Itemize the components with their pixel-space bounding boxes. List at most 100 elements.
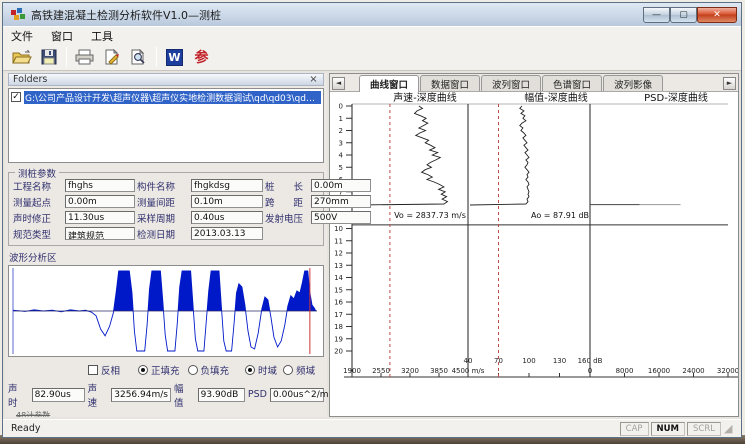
invert-option[interactable]: 反相 [88,363,120,377]
chart-title: 幅值-深度曲线 [524,92,588,104]
open-folder-icon [12,49,32,65]
negative-fill-radio[interactable] [188,365,198,375]
psd-label: PSD [248,389,267,400]
tab-scroll-right-icon[interactable]: ► [723,77,736,90]
readouts-row: 声 时 82.90us 声 速 3256.94m/s 幅 值 93.90dB P… [8,381,324,409]
parameters-button[interactable]: 参 [188,45,215,69]
param-label: 工程名称 [13,179,63,193]
folder-path: G:\公司产品设计开发\超声仪器\超声仪实地检测数据调试\qd\qd03\qd0… [24,91,321,104]
svg-text:2: 2 [339,127,343,135]
close-button[interactable]: ✕ [697,7,737,23]
menu-tools[interactable]: 工具 [91,28,113,44]
freq-domain-radio[interactable] [283,365,293,375]
svg-text:18: 18 [334,323,343,331]
tab-curve-window[interactable]: 曲线窗口 [359,75,419,92]
folders-close-button[interactable]: × [308,75,319,84]
amplitude-field[interactable]: 93.90dB [198,388,245,402]
window-title: 高铁建混凝土检测分析软件V1.0—测桩 [31,7,643,23]
folder-list-item[interactable]: ✓ G:\公司产品设计开发\超声仪器\超声仪实地检测数据调试\qd\qd03\q… [11,91,321,104]
tab-wavetrain-window[interactable]: 波列窗口 [481,75,541,91]
time-domain-option[interactable]: 时域 [245,363,277,377]
svg-text:5: 5 [339,164,343,172]
svg-text:3: 3 [339,139,343,147]
param-label: 发射电压 [265,211,309,225]
svg-text:1900: 1900 [343,367,361,375]
voltage-field[interactable]: 500V [311,211,371,224]
tab-spectrum-window[interactable]: 色谱窗口 [542,75,602,91]
pile-length-field[interactable]: 0.00m [311,179,371,192]
span-field[interactable]: 270mm [311,195,371,208]
sound-time-label: 声 时 [8,381,29,409]
negative-fill-option[interactable]: 负填充 [188,363,230,377]
param-label: 规范类型 [13,227,63,241]
caps-lock-indicator: CAP [620,422,649,436]
svg-text:8000: 8000 [616,367,634,375]
word-export-button[interactable]: W [161,45,188,69]
psd-field[interactable]: 0.00us^2/m [270,388,324,402]
pile-params-title: 测桩参数 [15,166,59,180]
print-preview-button[interactable] [125,45,152,69]
svg-text:19: 19 [334,335,343,343]
component-name-field[interactable]: fhgkdsg [191,179,263,192]
minimize-button[interactable]: — [643,7,670,23]
title-bar[interactable]: 高铁建混凝土检测分析软件V1.0—测桩 — ▢ ✕ [3,3,741,26]
negative-fill-label: 负填充 [201,363,230,377]
sound-time-field[interactable]: 82.90us [32,388,85,402]
svg-text:100: 100 [522,357,535,365]
resize-grip[interactable]: ◢ [724,422,737,436]
folder-checkbox[interactable]: ✓ [11,92,21,102]
parameters-icon: 参 [195,47,209,67]
svg-text:2550: 2550 [372,367,390,375]
svg-text:1: 1 [339,115,343,123]
menu-file[interactable]: 文件 [11,28,33,44]
word-icon: W [166,49,183,66]
test-date-field[interactable]: 2013.03.13 [191,227,263,240]
positive-fill-option[interactable]: 正填充 [138,363,180,377]
display-options-row: 反相 正填充 负填充 时域 频域 [8,363,324,377]
tab-wavetrain-image[interactable]: 波列影像 [603,75,663,91]
svg-text:4: 4 [339,151,344,159]
page-pencil-icon [103,49,120,65]
invert-checkbox[interactable] [88,365,98,375]
svg-text:160 dB: 160 dB [578,357,603,365]
folders-list[interactable]: ✓ G:\公司产品设计开发\超声仪器\超声仪实地检测数据调试\qd\qd03\q… [8,88,324,163]
svg-text:0: 0 [339,102,343,110]
sample-period-field[interactable]: 0.40us [191,211,263,224]
tab-scroll-left-icon[interactable]: ◄ [332,77,345,90]
time-domain-label: 时域 [258,363,277,377]
clipped-group-caption: 48计参数 [16,410,324,417]
depth-curves-chart[interactable]: 01234567891011121314151617181920声速-深度曲线1… [330,92,738,416]
maximize-button[interactable]: ▢ [670,7,697,23]
save-button[interactable] [35,45,62,69]
tab-data-window[interactable]: 数据窗口 [420,75,480,91]
print-button[interactable] [71,45,98,69]
svg-text:10: 10 [334,225,343,233]
page-magnifier-icon [130,49,147,65]
measure-start-field[interactable]: 0.00m [65,195,135,208]
waveform-plot[interactable] [8,265,324,357]
positive-fill-radio[interactable] [138,365,148,375]
menu-window[interactable]: 窗口 [51,28,73,44]
standard-type-field[interactable]: 建筑规范 [65,227,135,240]
project-name-field[interactable]: fhghs [65,179,135,192]
svg-text:0: 0 [588,367,592,375]
sound-speed-field[interactable]: 3256.94m/s [111,388,171,402]
depth-curve [470,106,529,205]
main-area: Folders × ✓ G:\公司产品设计开发\超声仪器\超声仪实地检测数据调试… [3,71,741,419]
left-panel: Folders × ✓ G:\公司产品设计开发\超声仪器\超声仪实地检测数据调试… [5,73,327,417]
depth-curves-svg: 01234567891011121314151617181920声速-深度曲线1… [330,92,739,392]
time-domain-radio[interactable] [245,365,255,375]
time-correction-field[interactable]: 11.30us [65,211,135,224]
folders-pane-title: Folders [13,74,47,85]
open-button[interactable] [8,45,35,69]
param-label: 检测日期 [137,227,189,241]
svg-text:24000: 24000 [682,367,704,375]
chart-annotation: Vo = 2837.73 m/s [394,211,466,220]
positive-fill-label: 正填充 [151,363,180,377]
folders-pane-header[interactable]: Folders × [8,73,324,86]
measure-spacing-field[interactable]: 0.10m [191,195,263,208]
freq-domain-option[interactable]: 频域 [283,363,315,377]
save-floppy-icon [41,49,57,65]
status-text: Ready [11,423,41,434]
print-setup-button[interactable] [98,45,125,69]
